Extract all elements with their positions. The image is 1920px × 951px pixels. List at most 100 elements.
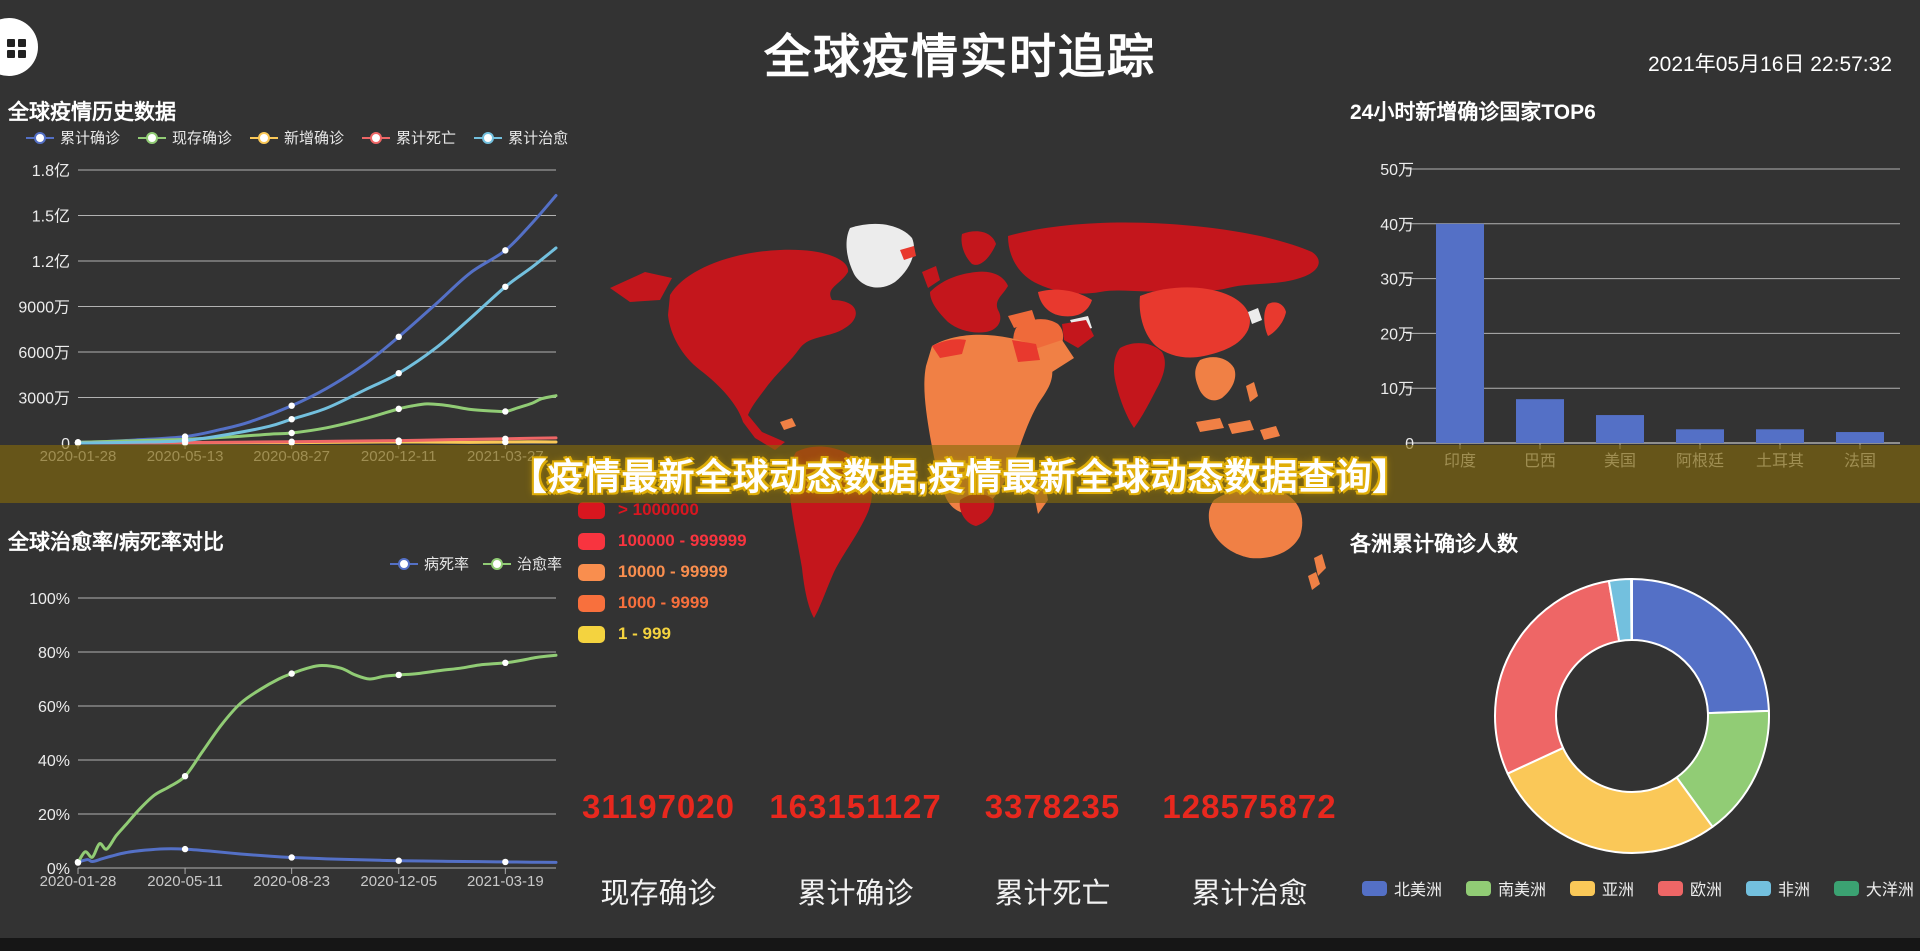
history-line-chart: 1.8亿1.5亿1.2亿9000万6000万3000万02020-01-2820… [0, 158, 575, 470]
legend-marker-icon [474, 132, 502, 144]
rates-line-chart: 100%80%60%40%20%0%2020-01-282020-05-1120… [0, 585, 575, 907]
legend-swatch-icon [1746, 881, 1771, 896]
legend-label: 累计确诊 [60, 127, 120, 148]
map-legend-label: 1000 - 9999 [618, 593, 709, 613]
map-legend: > 1000000100000 - 99999910000 - 99999100… [578, 500, 747, 644]
page-title: 全球疫情实时追踪 [0, 18, 1920, 87]
map-china [1140, 287, 1250, 357]
svg-text:10万: 10万 [1380, 381, 1414, 398]
legend-swatch-icon [578, 533, 605, 550]
svg-text:20%: 20% [38, 807, 70, 824]
legend-swatch-icon [1466, 881, 1491, 896]
legend-item-病死率[interactable]: 病死率 [390, 553, 469, 574]
svg-text:1.2亿: 1.2亿 [32, 253, 70, 271]
svg-text:2020-08-23: 2020-08-23 [253, 873, 330, 890]
legend-label: 现存确诊 [172, 127, 232, 148]
stat-value: 163151127 [757, 788, 954, 826]
svg-text:40%: 40% [38, 753, 70, 770]
clock-timestamp: 2021年05月16日 22:57:32 [1648, 48, 1892, 78]
legend-swatch-icon [578, 595, 605, 612]
map-europe [930, 272, 1008, 333]
map-legend-item: 1000 - 9999 [578, 593, 747, 613]
map-iran [1062, 320, 1094, 348]
map-middle-east [1013, 319, 1063, 368]
map-legend-item: 1 - 999 [578, 624, 747, 644]
svg-text:2021-03-19: 2021-03-19 [467, 873, 544, 890]
svg-text:80%: 80% [38, 645, 70, 662]
grid-menu-icon[interactable] [7, 39, 26, 58]
map-caribbean [780, 418, 796, 430]
svg-text:2020-05-11: 2020-05-11 [147, 873, 223, 890]
continent-legend-label: 大洋洲 [1866, 876, 1914, 900]
dashboard: 全球疫情实时追踪 2021年05月16日 22:57:32 全球疫情历史数据 累… [0, 0, 1920, 951]
map-russia [1008, 223, 1319, 294]
legend-label: 治愈率 [517, 553, 562, 574]
continent-legend-item-大洋洲[interactable]: 大洋洲 [1834, 876, 1914, 900]
legend-marker-icon [483, 558, 511, 570]
svg-text:1.5亿: 1.5亿 [32, 208, 70, 226]
legend-item-累计治愈[interactable]: 累计治愈 [474, 127, 568, 148]
continent-legend-item-南美洲[interactable]: 南美洲 [1466, 876, 1546, 900]
map-se-asia [1195, 357, 1235, 400]
continent-legend-item-亚洲[interactable]: 亚洲 [1570, 876, 1634, 900]
top6-chart-title: 24小时新增确诊国家TOP6 [1350, 96, 1596, 126]
map-legend-label: 100000 - 999999 [618, 531, 747, 551]
map-alaska [610, 272, 672, 302]
rates-chart-title: 全球治愈率/病死率对比 [8, 526, 224, 556]
news-banner[interactable]: 【疫情最新全球动态数据,疫情最新全球动态数据查询】 [0, 445, 1920, 503]
svg-text:1.8亿: 1.8亿 [32, 162, 70, 180]
legend-marker-icon [26, 132, 54, 144]
svg-text:40万: 40万 [1380, 217, 1414, 234]
legend-item-现存确诊[interactable]: 现存确诊 [138, 127, 232, 148]
rates-chart-legend: 病死率 治愈率 [0, 553, 562, 574]
legend-label: 累计治愈 [508, 127, 568, 148]
top6-bar-chart: 50万40万30万20万10万0印度巴西美国阿根廷土耳其法国 [1378, 150, 1918, 480]
continents-legend: 北美洲南美洲亚洲 欧洲非洲 大洋洲 [1362, 876, 1914, 900]
legend-swatch-icon [578, 564, 605, 581]
stat-现存确诊: 31197020现存确诊 [560, 788, 757, 912]
map-north-africa [932, 339, 966, 358]
legend-item-新增确诊[interactable]: 新增确诊 [250, 127, 344, 148]
svg-text:2020-12-05: 2020-12-05 [360, 873, 437, 890]
stat-label: 现存确诊 [560, 870, 757, 912]
svg-text:100%: 100% [29, 591, 70, 608]
continent-legend-item-欧洲[interactable]: 欧洲 [1658, 876, 1722, 900]
map-korea [1248, 308, 1262, 324]
legend-marker-icon [250, 132, 278, 144]
svg-text:0%: 0% [47, 861, 70, 878]
svg-text:20万: 20万 [1380, 326, 1414, 343]
map-scandinavia [961, 231, 996, 265]
svg-text:9000万: 9000万 [18, 300, 70, 317]
legend-swatch-icon [1570, 881, 1595, 896]
continent-legend-item-北美洲[interactable]: 北美洲 [1362, 876, 1442, 900]
continent-legend-item-非洲[interactable]: 非洲 [1746, 876, 1810, 900]
map-central-asia [1038, 290, 1092, 317]
stats-row: 31197020现存确诊163151127 累计确诊 3378235 累计死亡1285… [560, 788, 1348, 912]
stat-label: 累计确诊 [757, 870, 954, 912]
legend-item-治愈率[interactable]: 治愈率 [483, 553, 562, 574]
map-legend-label: 1 - 999 [618, 624, 671, 644]
map-japan [1264, 302, 1286, 336]
stat-value: 3378235 [954, 788, 1151, 826]
map-saudi [1032, 340, 1074, 372]
legend-swatch-icon [578, 626, 605, 643]
map-india [1114, 343, 1165, 428]
map-turkmenistan [1070, 316, 1092, 332]
legend-item-累计确诊[interactable]: 累计确诊 [26, 127, 120, 148]
map-turkey [1008, 310, 1036, 328]
legend-item-累计死亡[interactable]: 累计死亡 [362, 127, 456, 148]
history-chart-legend: 累计确诊 现存确诊新增确诊累计死亡 累计治愈 [26, 127, 568, 148]
map-philippines [1246, 382, 1258, 402]
news-banner-text[interactable]: 【疫情最新全球动态数据,疫情最新全球动态数据查询】 [510, 448, 1409, 500]
continent-legend-label: 北美洲 [1394, 876, 1442, 900]
stat-label: 累计治愈 [1151, 870, 1348, 912]
legend-marker-icon [390, 558, 418, 570]
svg-text:2020-01-28: 2020-01-28 [40, 873, 117, 890]
stat-label: 累计死亡 [954, 870, 1151, 912]
stat-累计治愈: 128575872累计治愈 [1151, 788, 1348, 912]
continent-legend-label: 欧洲 [1690, 876, 1722, 900]
map-legend-label: > 1000000 [618, 500, 699, 520]
svg-text:30万: 30万 [1380, 272, 1414, 289]
history-chart-title: 全球疫情历史数据 [8, 96, 176, 126]
stat-累计死亡: 3378235 累计死亡 [954, 788, 1151, 912]
